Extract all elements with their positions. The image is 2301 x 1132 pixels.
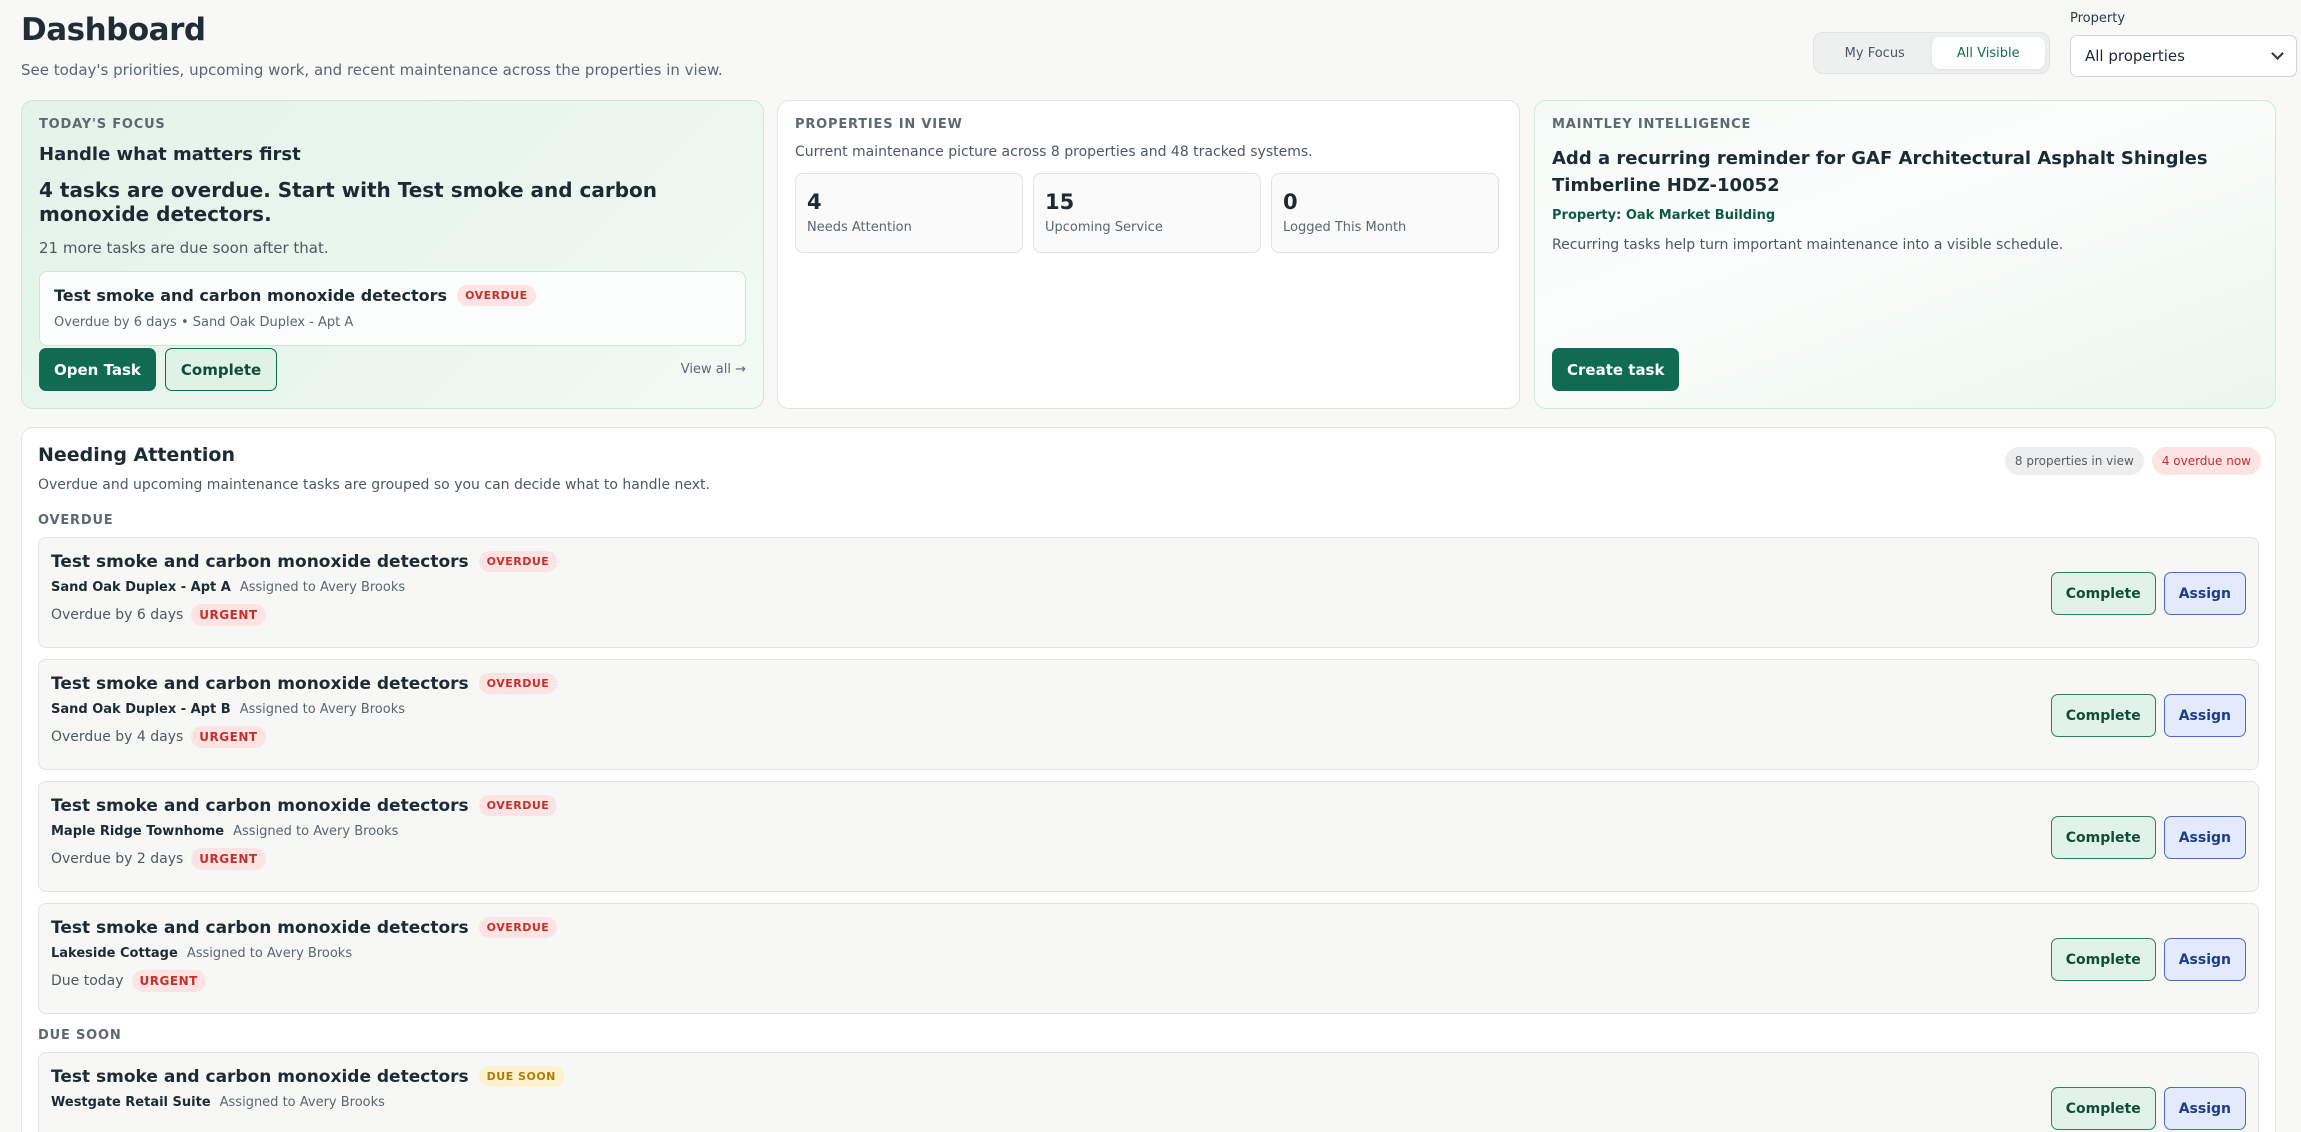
task-property: Sand Oak Duplex - Apt B	[51, 702, 231, 717]
focus-headline: 4 tasks are overdue. Start with Test smo…	[39, 178, 657, 226]
property-select-value: All properties	[2085, 47, 2185, 65]
complete-button[interactable]: Complete	[2050, 938, 2156, 981]
page-header: Dashboard See today's priorities, upcomi…	[21, 0, 2297, 100]
task-assignee: Assigned to Avery Brooks	[186, 946, 353, 961]
stat-value: 4	[807, 190, 822, 214]
assign-button[interactable]: Assign	[2163, 816, 2246, 859]
task-due: Overdue by 4 days	[51, 729, 184, 745]
task-row[interactable]: Test smoke and carbon monoxide detectors…	[38, 1052, 2259, 1132]
stats-row: 4 Needs Attention 15 Upcoming Service 0 …	[795, 173, 1502, 253]
stat-upcoming-service: 15 Upcoming Service	[1033, 173, 1261, 253]
task-row[interactable]: Test smoke and carbon monoxide detectors…	[38, 537, 2259, 648]
property-label: Property	[2070, 11, 2126, 26]
stat-value: 15	[1045, 190, 1075, 214]
complete-button[interactable]: Complete	[164, 348, 278, 391]
assign-button[interactable]: Assign	[2163, 572, 2246, 615]
complete-button[interactable]: Complete	[2050, 1087, 2156, 1130]
status-badge: OVERDUE	[457, 285, 536, 306]
focus-toggle: My Focus All Visible	[1813, 32, 2050, 74]
section-title: Needing Attention	[38, 444, 235, 466]
page-subtitle: See today's priorities, upcoming work, a…	[21, 61, 723, 79]
properties-desc: Current maintenance picture across 8 pro…	[795, 144, 1313, 160]
task-assignee: Assigned to Avery Brooks	[239, 702, 405, 717]
properties-count-pill: 8 properties in view	[2004, 447, 2144, 475]
toggle-all-visible[interactable]: All Visible	[1931, 37, 2045, 69]
needing-attention-section: Needing Attention Overdue and upcoming m…	[21, 427, 2276, 1132]
properties-in-view-card: PROPERTIES IN VIEW Current maintenance p…	[777, 100, 1520, 409]
priority-badge: URGENT	[131, 970, 206, 992]
stat-logged-this-month: 0 Logged This Month	[1271, 173, 1499, 253]
intel-eyebrow: MAINTLEY INTELLIGENCE	[1552, 117, 1752, 132]
status-badge: OVERDUE	[478, 795, 558, 816]
priority-badge: URGENT	[191, 848, 266, 870]
chevron-down-icon	[2271, 47, 2284, 60]
task-property: Maple Ridge Townhome	[51, 824, 225, 839]
section-pills: 8 properties in view 4 overdue now	[2004, 447, 2261, 475]
intel-desc: Recurring tasks help turn important main…	[1552, 237, 2064, 253]
create-task-button[interactable]: Create task	[1552, 348, 1680, 391]
task-row[interactable]: Test smoke and carbon monoxide detectors…	[38, 659, 2259, 770]
status-badge: OVERDUE	[478, 551, 558, 572]
group-label-overdue: OVERDUE	[38, 513, 114, 528]
focus-task-title: Test smoke and carbon monoxide detectors	[54, 286, 448, 305]
property-select[interactable]: All properties	[2070, 35, 2297, 77]
stat-label: Upcoming Service	[1045, 220, 1163, 235]
task-title: Test smoke and carbon monoxide detectors	[51, 551, 469, 572]
summary-cards: TODAY'S FOCUS Handle what matters first …	[21, 100, 2276, 409]
assign-button[interactable]: Assign	[2163, 938, 2246, 981]
task-title: Test smoke and carbon monoxide detectors	[51, 673, 469, 694]
stat-label: Logged This Month	[1283, 220, 1407, 235]
task-due: Overdue by 2 days	[51, 851, 184, 867]
focus-eyebrow: TODAY'S FOCUS	[39, 117, 166, 132]
focus-task-card[interactable]: Test smoke and carbon monoxide detectors…	[39, 271, 746, 346]
status-badge: OVERDUE	[478, 917, 558, 938]
group-label-due-soon: DUE SOON	[38, 1028, 122, 1043]
task-due: Due today	[51, 973, 124, 989]
task-title: Test smoke and carbon monoxide detectors	[51, 795, 469, 816]
open-task-button[interactable]: Open Task	[39, 348, 156, 391]
task-property: Lakeside Cottage	[51, 946, 178, 961]
complete-button[interactable]: Complete	[2050, 694, 2156, 737]
section-desc: Overdue and upcoming maintenance tasks a…	[38, 477, 710, 493]
assign-button[interactable]: Assign	[2163, 694, 2246, 737]
stat-needs-attention: 4 Needs Attention	[795, 173, 1023, 253]
dashboard-page: Dashboard See today's priorities, upcomi…	[0, 0, 2301, 1132]
task-assignee: Assigned to Avery Brooks	[233, 824, 399, 839]
toggle-my-focus[interactable]: My Focus	[1818, 37, 1932, 69]
task-title: Test smoke and carbon monoxide detectors	[51, 917, 469, 938]
priority-badge: URGENT	[191, 604, 266, 626]
task-property: Westgate Retail Suite	[51, 1095, 211, 1110]
intelligence-card: MAINTLEY INTELLIGENCE Add a recurring re…	[1534, 100, 2276, 409]
task-assignee: Assigned to Avery Brooks	[239, 580, 406, 595]
task-property: Sand Oak Duplex - Apt A	[51, 580, 231, 595]
assign-button[interactable]: Assign	[2163, 1087, 2246, 1130]
focus-sub: 21 more tasks are due soon after that.	[39, 239, 329, 257]
todays-focus-card: TODAY'S FOCUS Handle what matters first …	[21, 100, 764, 409]
view-all-link[interactable]: View all →	[681, 362, 746, 377]
focus-task-meta: Overdue by 6 days • Sand Oak Duplex - Ap…	[54, 315, 354, 330]
task-assignee: Assigned to Avery Brooks	[219, 1095, 385, 1110]
task-row[interactable]: Test smoke and carbon monoxide detectors…	[38, 903, 2259, 1014]
properties-eyebrow: PROPERTIES IN VIEW	[795, 117, 963, 132]
overdue-count-pill: 4 overdue now	[2151, 447, 2261, 475]
stat-value: 0	[1283, 190, 1298, 214]
status-badge: DUE SOON	[478, 1066, 564, 1087]
intel-property: Property: Oak Market Building	[1552, 208, 1776, 223]
complete-button[interactable]: Complete	[2050, 816, 2156, 859]
task-due: Overdue by 6 days	[51, 607, 184, 623]
complete-button[interactable]: Complete	[2050, 572, 2156, 615]
task-title: Test smoke and carbon monoxide detectors	[51, 1066, 469, 1087]
page-title: Dashboard	[21, 12, 206, 48]
task-row[interactable]: Test smoke and carbon monoxide detectors…	[38, 781, 2259, 892]
status-badge: OVERDUE	[478, 673, 558, 694]
stat-label: Needs Attention	[807, 220, 912, 235]
priority-badge: URGENT	[191, 726, 266, 748]
intel-title: Add a recurring reminder for GAF Archite…	[1552, 148, 2208, 196]
focus-heading: Handle what matters first	[39, 144, 301, 165]
